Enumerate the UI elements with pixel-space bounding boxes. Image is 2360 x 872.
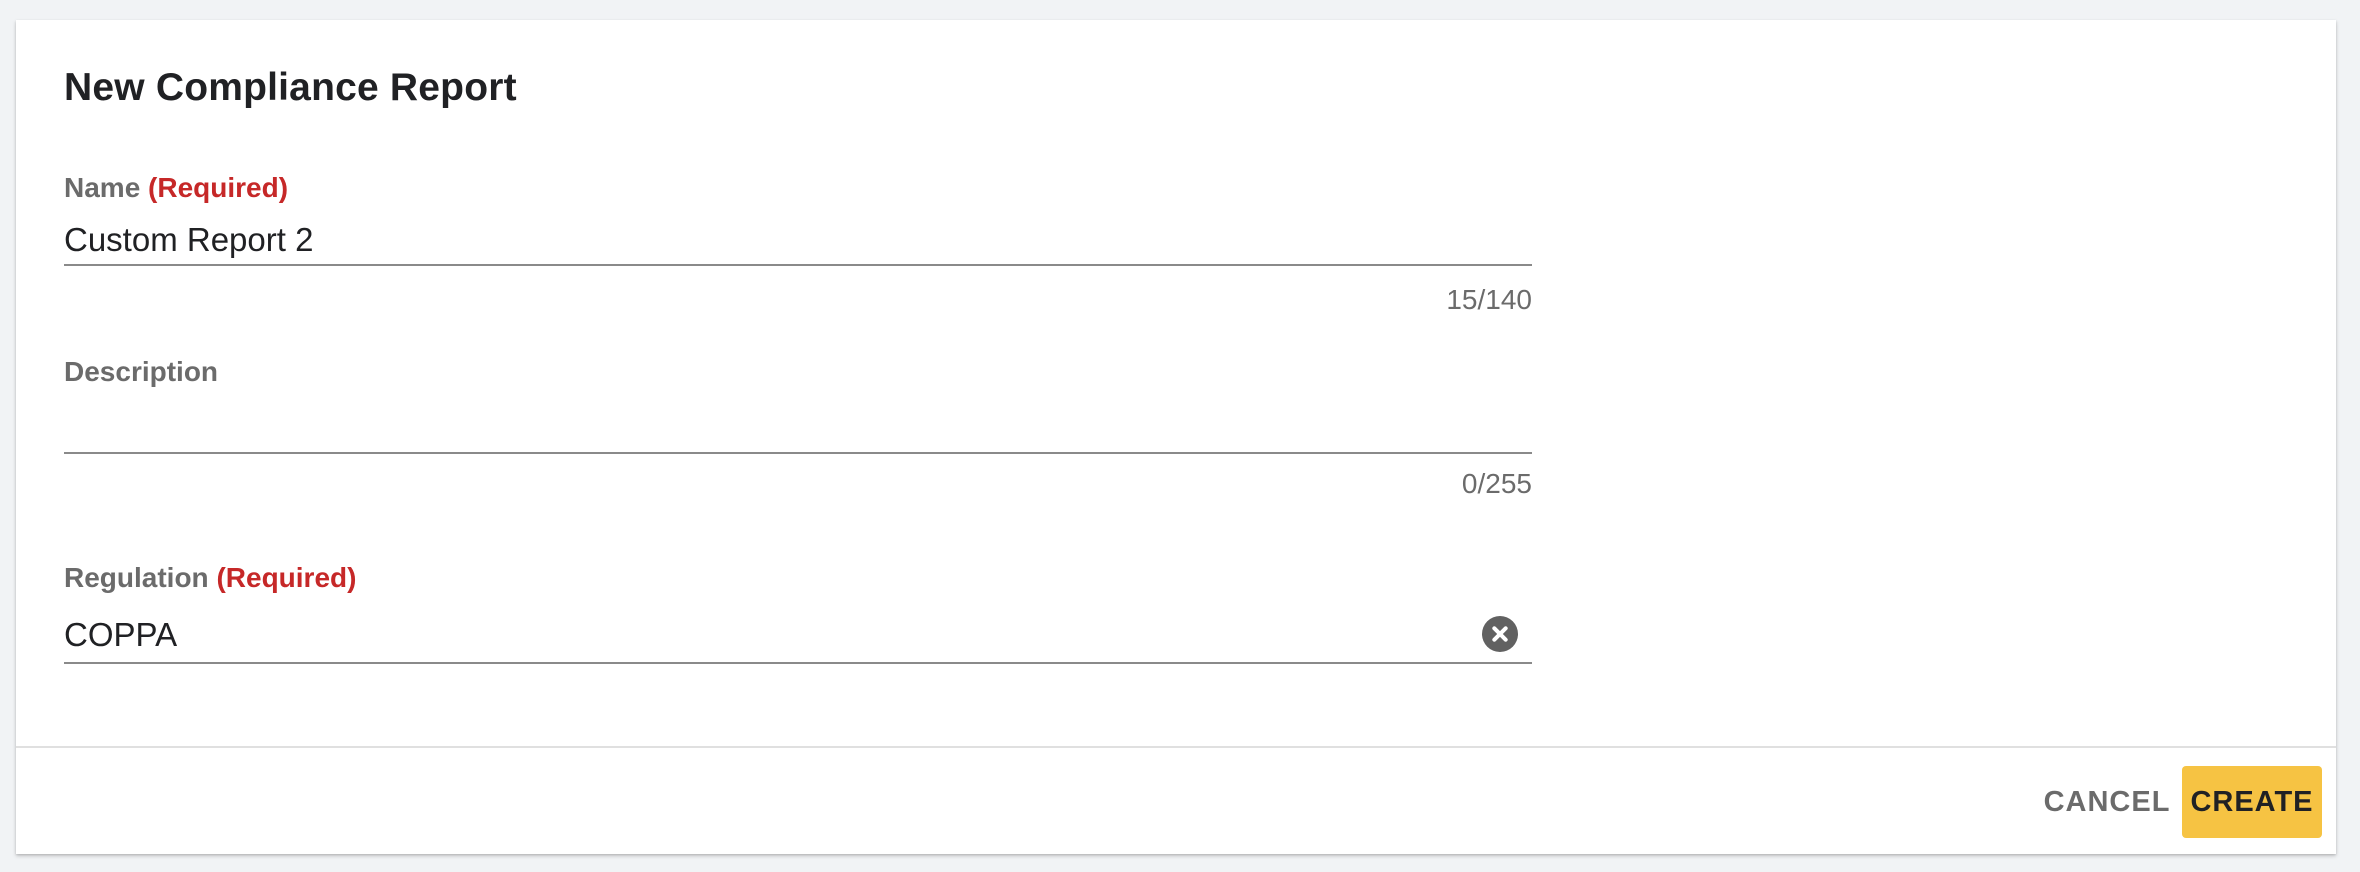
- name-field-label: Name (Required): [64, 172, 1532, 204]
- dialog-title: New Compliance Report: [64, 66, 517, 109]
- regulation-label-text: Regulation: [64, 562, 209, 593]
- description-input-wrap: [64, 398, 1532, 454]
- description-input[interactable]: [64, 398, 1532, 450]
- regulation-select-wrap: [64, 610, 1532, 664]
- regulation-field-group: Regulation (Required): [64, 562, 1532, 664]
- name-field-group: Name (Required) 15/140: [64, 172, 1532, 315]
- name-input[interactable]: [64, 218, 1532, 262]
- regulation-required-tag: (Required): [216, 562, 357, 593]
- description-label-text: Description: [64, 356, 219, 387]
- description-field-group: Description 0/255: [64, 356, 1532, 499]
- cancel-button[interactable]: CANCEL: [2032, 766, 2182, 838]
- create-button[interactable]: CREATE: [2182, 766, 2322, 838]
- close-circle-icon[interactable]: [1482, 616, 1518, 652]
- description-char-counter: 0/255: [1461, 468, 1532, 499]
- footer-divider: [16, 746, 2336, 748]
- name-input-wrap: [64, 218, 1532, 266]
- name-required-tag: (Required): [148, 172, 289, 203]
- name-label-text: Name: [64, 172, 141, 203]
- regulation-select-input[interactable]: [64, 610, 1464, 660]
- new-compliance-report-dialog: New Compliance Report Name (Required) 15…: [16, 20, 2336, 854]
- name-char-counter: 15/140: [1446, 284, 1532, 315]
- regulation-field-label: Regulation (Required): [64, 562, 1532, 594]
- description-field-label: Description: [64, 356, 1532, 388]
